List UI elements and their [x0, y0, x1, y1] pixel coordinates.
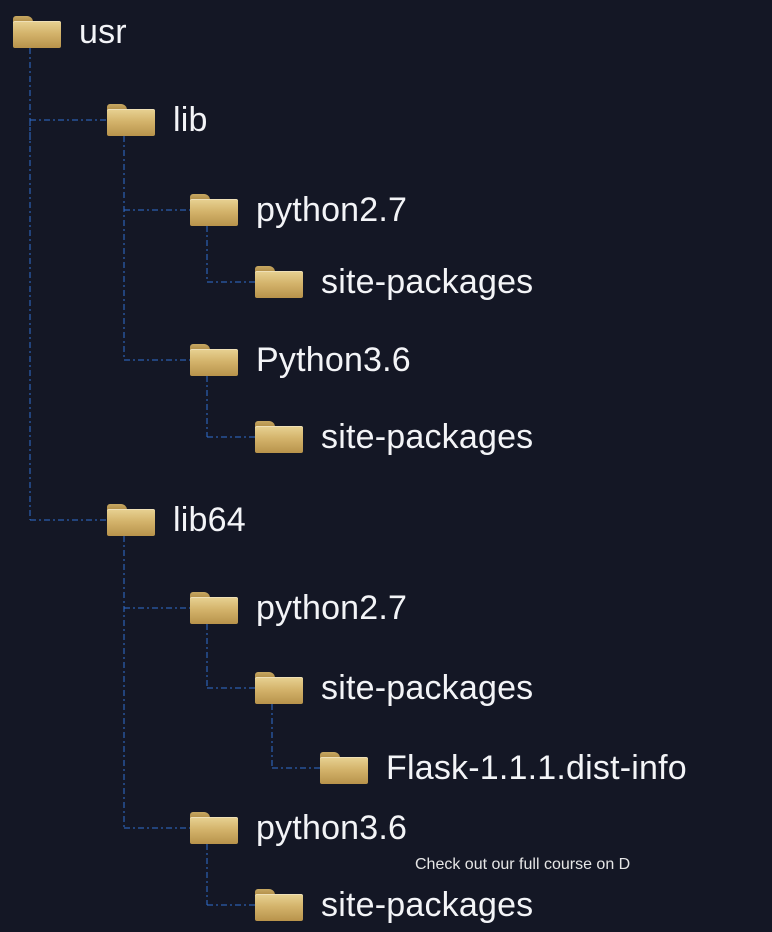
tree-node-lib64-python36-sp[interactable]: site-packages: [255, 885, 533, 925]
folder-label: site-packages: [321, 886, 534, 924]
folder-label: Flask-1.1.1.dist-info: [386, 749, 687, 787]
folder-label: Python3.6: [256, 341, 411, 379]
folder-label: lib: [173, 101, 208, 139]
folder-label: python2.7: [256, 191, 408, 229]
tree-node-lib-python36-sp[interactable]: site-packages: [255, 417, 533, 457]
folder-icon: [255, 672, 303, 704]
tree-node-lib-python36[interactable]: Python3.6: [190, 340, 411, 380]
folder-icon: [255, 889, 303, 921]
folder-label: site-packages: [321, 263, 534, 301]
folder-icon: [255, 266, 303, 298]
folder-icon: [255, 421, 303, 453]
folder-icon: [320, 752, 368, 784]
folder-label: python2.7: [256, 589, 408, 627]
course-watermark: Check out our full course on D: [415, 856, 631, 873]
tree-node-flask-dist[interactable]: Flask-1.1.1.dist-info: [320, 748, 687, 788]
tree-node-lib[interactable]: lib: [107, 100, 208, 140]
tree-node-lib-python27-sp[interactable]: site-packages: [255, 262, 533, 302]
folder-icon: [190, 592, 238, 624]
folder-label: lib64: [173, 501, 246, 539]
folder-icon: [190, 194, 238, 226]
folder-icon: [107, 104, 155, 136]
folder-label: usr: [79, 13, 127, 51]
folder-icon: [13, 16, 61, 48]
tree-node-lib64[interactable]: lib64: [107, 500, 246, 540]
folder-label: site-packages: [321, 669, 534, 707]
tree-node-lib64-python27-sp[interactable]: site-packages: [255, 668, 533, 708]
folder-label: site-packages: [321, 418, 534, 456]
folder-icon: [107, 504, 155, 536]
tree-node-usr[interactable]: usr: [13, 12, 127, 52]
folder-icon: [190, 812, 238, 844]
folder-label: python3.6: [256, 809, 408, 847]
tree-node-lib64-python27[interactable]: python2.7: [190, 588, 407, 628]
tree-node-lib-python27[interactable]: python2.7: [190, 190, 407, 230]
folder-icon: [190, 344, 238, 376]
tree-node-lib64-python36[interactable]: python3.6: [190, 808, 407, 848]
